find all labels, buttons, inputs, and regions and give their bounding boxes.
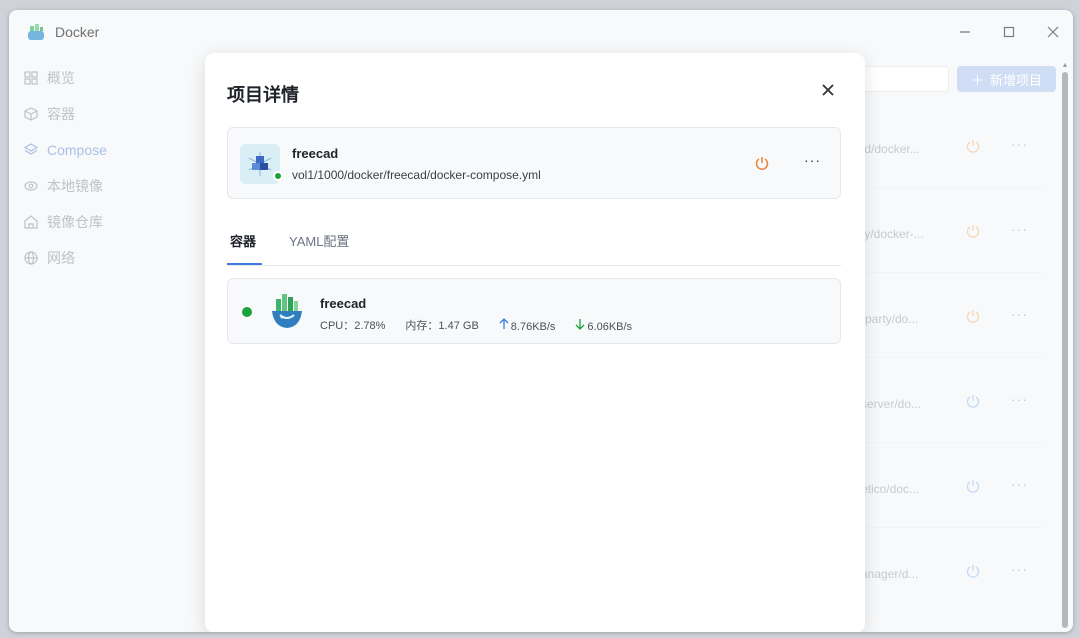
power-icon[interactable] <box>754 155 770 171</box>
more-icon[interactable]: ··· <box>804 152 821 168</box>
arrow-down-icon <box>575 318 585 330</box>
project-card: freecad vol1/1000/docker/freecad/docker-… <box>227 127 841 199</box>
close-icon <box>822 84 834 96</box>
download-rate-value: 6.06KB/s <box>587 320 633 333</box>
upload-rate-value: 8.76KB/s <box>510 320 556 333</box>
dialog-tabs: 容器 YAML配置 <box>227 221 841 266</box>
arrow-up-icon <box>499 317 509 329</box>
dialog-close-button[interactable] <box>817 79 839 101</box>
memory-usage: 内存：1.47 GB <box>405 320 479 332</box>
cpu-usage: CPU：2.78% <box>320 320 386 332</box>
container-stats: CPU：2.78% 内存：1.47 GB 8.76KB/s 6.06KB/s <box>320 317 632 333</box>
tab-yaml-config[interactable]: YAML配置 <box>289 231 349 265</box>
project-name: freecad <box>292 146 339 161</box>
freecad-container-icon <box>272 294 302 328</box>
project-status-dot <box>273 171 283 181</box>
tab-containers[interactable]: 容器 <box>230 231 256 265</box>
project-details-dialog: 项目详情 freecad vol1/1000/docker/freecad/do… <box>205 53 865 632</box>
project-path: vol1/1000/docker/freecad/docker-compose.… <box>292 168 541 182</box>
container-name: freecad <box>320 296 367 311</box>
download-rate: 6.06KB/s <box>575 318 632 333</box>
upload-rate: 8.76KB/s <box>499 317 556 333</box>
container-status-dot <box>242 307 252 317</box>
dialog-title: 项目详情 <box>227 85 299 105</box>
container-row[interactable]: freecad CPU：2.78% 内存：1.47 GB 8.76KB/s 6.… <box>227 278 841 344</box>
active-tab-indicator <box>227 263 262 265</box>
docker-window: Docker 概览 容器 Compose 本地镜像 镜像仓库 网络 ＋ 新增项目… <box>9 10 1073 632</box>
